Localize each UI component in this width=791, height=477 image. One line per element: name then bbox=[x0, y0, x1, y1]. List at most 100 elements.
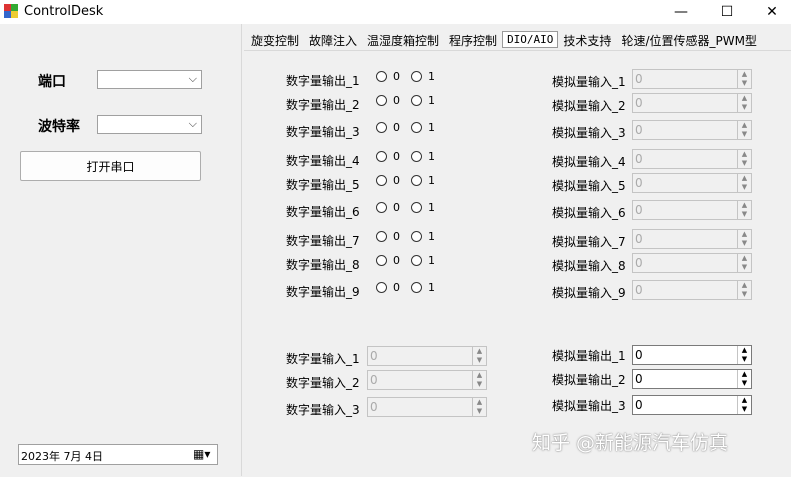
analog-input-field[interactable]: 0 ▲ ▼ bbox=[632, 149, 752, 169]
spin-down-icon[interactable]: ▼ bbox=[738, 239, 751, 248]
port-select[interactable]: ⌵ bbox=[97, 70, 202, 89]
spin-up-icon[interactable]: ▲ bbox=[738, 281, 751, 290]
radio-0[interactable] bbox=[376, 175, 387, 186]
spin-down-icon[interactable]: ▼ bbox=[738, 263, 751, 272]
analog-output-label: 模拟量输出_2 bbox=[552, 373, 626, 387]
spin-buttons[interactable]: ▲ ▼ bbox=[737, 174, 751, 192]
spin-up-icon[interactable]: ▲ bbox=[738, 94, 751, 103]
spin-down-icon[interactable]: ▼ bbox=[738, 355, 751, 364]
spin-down-icon[interactable]: ▼ bbox=[738, 130, 751, 139]
spin-down-icon[interactable]: ▼ bbox=[738, 183, 751, 192]
radio-1[interactable] bbox=[411, 231, 422, 242]
spin-up-icon[interactable]: ▲ bbox=[473, 398, 486, 407]
spin-buttons[interactable]: ▲ ▼ bbox=[737, 254, 751, 272]
spin-down-icon[interactable]: ▼ bbox=[738, 79, 751, 88]
spin-down-icon[interactable]: ▼ bbox=[738, 210, 751, 219]
spin-up-icon[interactable]: ▲ bbox=[738, 396, 751, 405]
maximize-button[interactable]: ☐ bbox=[704, 0, 750, 24]
radio-0[interactable] bbox=[376, 122, 387, 133]
spin-down-icon[interactable]: ▼ bbox=[738, 379, 751, 388]
radio-1[interactable] bbox=[411, 122, 422, 133]
spin-down-icon[interactable]: ▼ bbox=[738, 290, 751, 299]
spin-up-icon[interactable]: ▲ bbox=[473, 347, 486, 356]
analog-input-field[interactable]: 0 ▲ ▼ bbox=[632, 229, 752, 249]
radio-1[interactable] bbox=[411, 95, 422, 106]
spin-buttons[interactable]: ▲ ▼ bbox=[737, 121, 751, 139]
tab-2[interactable]: 温湿度箱控制 bbox=[362, 30, 444, 50]
baud-select[interactable]: ⌵ bbox=[97, 115, 202, 134]
spin-up-icon[interactable]: ▲ bbox=[738, 370, 751, 379]
spin-up-icon[interactable]: ▲ bbox=[738, 201, 751, 210]
analog-input-field[interactable]: 0 ▲ ▼ bbox=[632, 200, 752, 220]
title-bar: ControlDesk — ☐ ✕ bbox=[0, 0, 791, 24]
analog-input-field[interactable]: 0 ▲ ▼ bbox=[632, 173, 752, 193]
spin-up-icon[interactable]: ▲ bbox=[738, 254, 751, 263]
spin-buttons[interactable]: ▲ ▼ bbox=[737, 281, 751, 299]
spin-up-icon[interactable]: ▲ bbox=[738, 121, 751, 130]
analog-output-field[interactable]: 0 ▲ ▼ bbox=[632, 345, 752, 365]
tab-1[interactable]: 故障注入 bbox=[304, 30, 362, 50]
radio-1[interactable] bbox=[411, 282, 422, 293]
spin-up-icon[interactable]: ▲ bbox=[738, 230, 751, 239]
spin-buttons[interactable]: ▲ ▼ bbox=[472, 347, 486, 365]
spin-buttons[interactable]: ▲ ▼ bbox=[737, 230, 751, 248]
open-port-button[interactable]: 打开串口 bbox=[20, 151, 201, 181]
tab-6[interactable]: 轮速/位置传感器_PWM型 bbox=[616, 30, 762, 50]
digital-input-field[interactable]: 0 ▲ ▼ bbox=[367, 346, 487, 366]
digital-input-field-value: 0 bbox=[370, 400, 378, 414]
calendar-icon[interactable]: ▦▾ bbox=[193, 447, 210, 461]
analog-output-field[interactable]: 0 ▲ ▼ bbox=[632, 395, 752, 415]
analog-input-field[interactable]: 0 ▲ ▼ bbox=[632, 253, 752, 273]
analog-input-label: 模拟量输入_1 bbox=[552, 75, 626, 89]
analog-input-field[interactable]: 0 ▲ ▼ bbox=[632, 120, 752, 140]
analog-output-field[interactable]: 0 ▲ ▼ bbox=[632, 369, 752, 389]
radio-0[interactable] bbox=[376, 151, 387, 162]
spin-buttons[interactable]: ▲ ▼ bbox=[737, 201, 751, 219]
radio-1[interactable] bbox=[411, 202, 422, 213]
spin-buttons[interactable]: ▲ ▼ bbox=[472, 398, 486, 416]
radio-0[interactable] bbox=[376, 71, 387, 82]
radio-1[interactable] bbox=[411, 71, 422, 82]
spin-down-icon[interactable]: ▼ bbox=[738, 405, 751, 414]
spin-buttons[interactable]: ▲ ▼ bbox=[737, 70, 751, 88]
tab-4[interactable]: DIO/AIO bbox=[502, 31, 559, 48]
minimize-button[interactable]: — bbox=[658, 0, 704, 24]
tab-5[interactable]: 技术支持 bbox=[558, 30, 616, 50]
analog-input-field[interactable]: 0 ▲ ▼ bbox=[632, 69, 752, 89]
radio-0[interactable] bbox=[376, 202, 387, 213]
spin-up-icon[interactable]: ▲ bbox=[473, 371, 486, 380]
spin-down-icon[interactable]: ▼ bbox=[738, 103, 751, 112]
radio-1[interactable] bbox=[411, 151, 422, 162]
spin-up-icon[interactable]: ▲ bbox=[738, 150, 751, 159]
radio-0[interactable] bbox=[376, 231, 387, 242]
analog-input-field[interactable]: 0 ▲ ▼ bbox=[632, 280, 752, 300]
radio-0[interactable] bbox=[376, 95, 387, 106]
radio-1[interactable] bbox=[411, 255, 422, 266]
date-picker[interactable]: 2023年 7月 4日 ▦▾ bbox=[18, 444, 218, 465]
radio-1[interactable] bbox=[411, 175, 422, 186]
digital-input-field[interactable]: 0 ▲ ▼ bbox=[367, 397, 487, 417]
spin-buttons[interactable]: ▲ ▼ bbox=[737, 346, 751, 364]
digital-input-field[interactable]: 0 ▲ ▼ bbox=[367, 370, 487, 390]
spin-buttons[interactable]: ▲ ▼ bbox=[737, 150, 751, 168]
radio-1-label: 1 bbox=[428, 281, 435, 294]
spin-buttons[interactable]: ▲ ▼ bbox=[472, 371, 486, 389]
radio-0[interactable] bbox=[376, 255, 387, 266]
analog-input-label: 模拟量输入_7 bbox=[552, 235, 626, 249]
analog-input-field[interactable]: 0 ▲ ▼ bbox=[632, 93, 752, 113]
radio-0[interactable] bbox=[376, 282, 387, 293]
spin-up-icon[interactable]: ▲ bbox=[738, 70, 751, 79]
spin-up-icon[interactable]: ▲ bbox=[738, 346, 751, 355]
spin-buttons[interactable]: ▲ ▼ bbox=[737, 396, 751, 414]
spin-down-icon[interactable]: ▼ bbox=[473, 356, 486, 365]
spin-down-icon[interactable]: ▼ bbox=[738, 159, 751, 168]
close-button[interactable]: ✕ bbox=[749, 0, 791, 24]
digital-output-label: 数字量输出_2 bbox=[286, 98, 360, 112]
tab-3[interactable]: 程序控制 bbox=[444, 30, 502, 50]
tab-0[interactable]: 旋变控制 bbox=[246, 30, 304, 50]
spin-buttons[interactable]: ▲ ▼ bbox=[737, 94, 751, 112]
spin-down-icon[interactable]: ▼ bbox=[473, 380, 486, 389]
spin-up-icon[interactable]: ▲ bbox=[738, 174, 751, 183]
spin-down-icon[interactable]: ▼ bbox=[473, 407, 486, 416]
spin-buttons[interactable]: ▲ ▼ bbox=[737, 370, 751, 388]
